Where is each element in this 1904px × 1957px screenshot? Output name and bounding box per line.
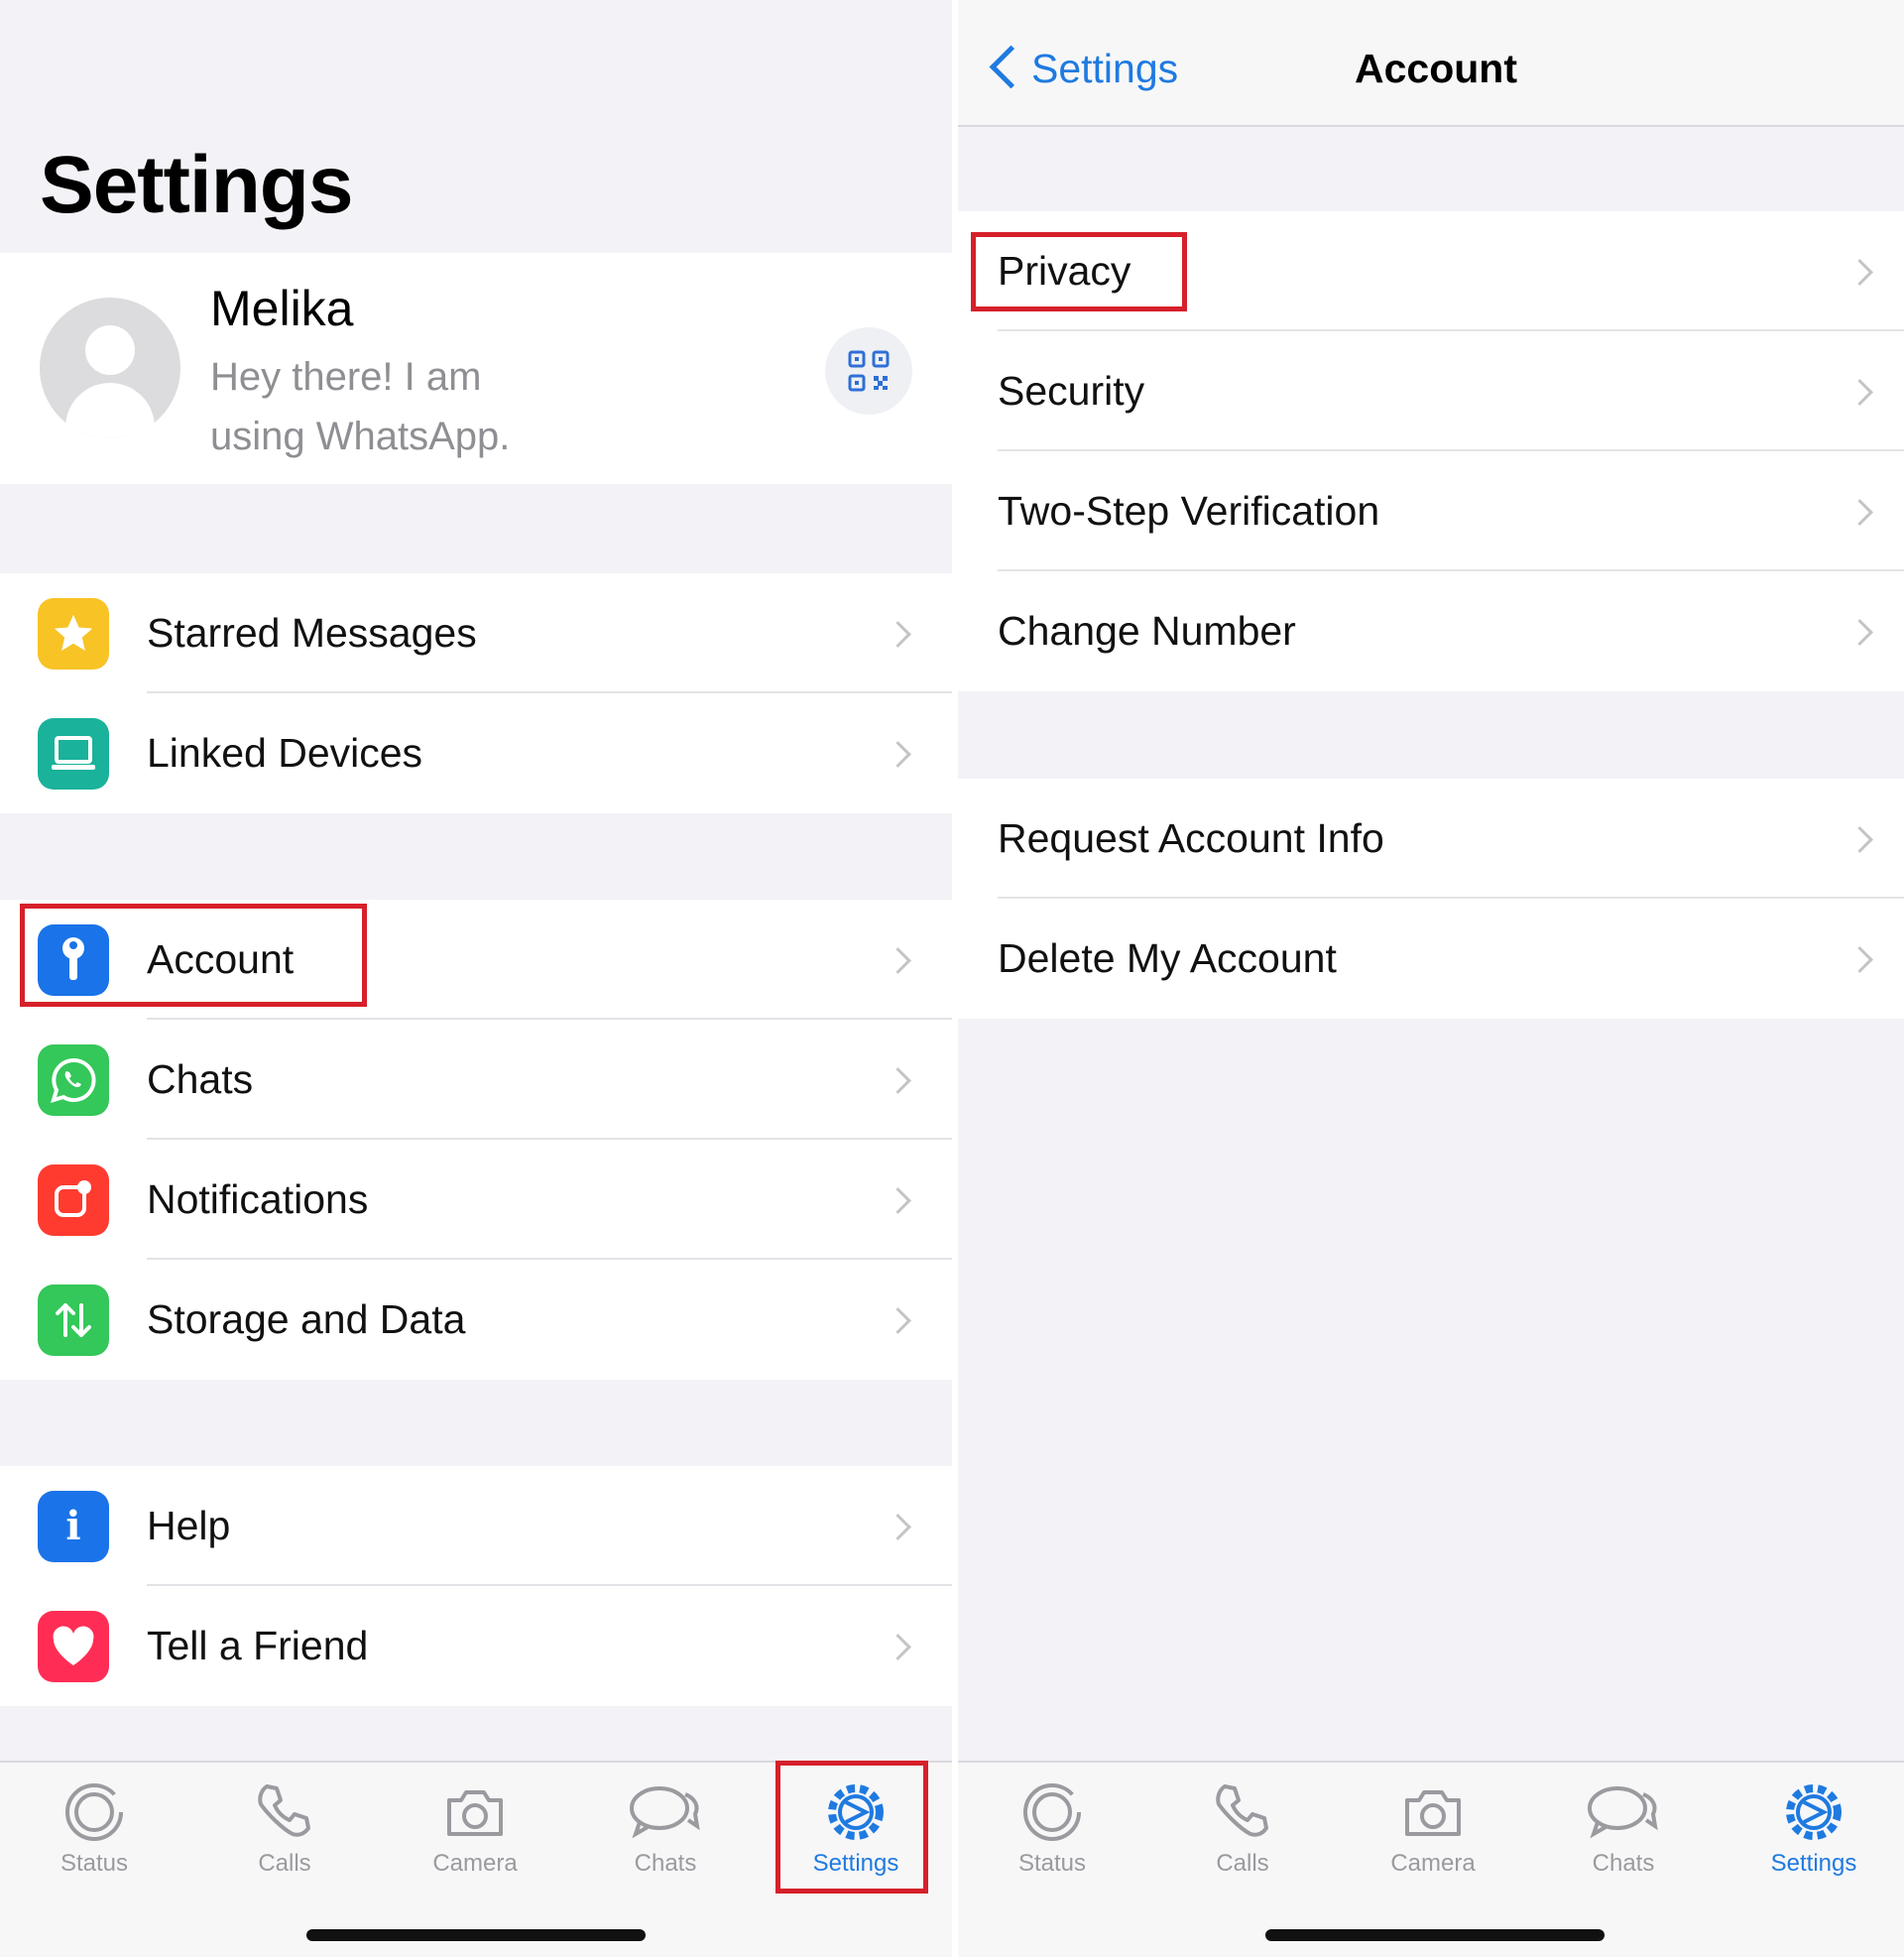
settings-item-chats[interactable]: Chats [0,1020,952,1140]
settings-group-3: i Help Tell a Friend [0,1466,952,1706]
tab-label: Chats [1592,1850,1655,1877]
page-title: Settings [40,140,353,230]
highlight-account [20,904,367,1007]
account-item-request-account-info[interactable]: Request Account Info [958,779,1904,899]
chevron-right-icon [885,741,911,768]
whatsapp-icon [38,1043,109,1116]
tab-label: Status [60,1850,129,1877]
settings-item-tell-a-friend[interactable]: Tell a Friend [0,1586,952,1706]
account-group-2: Request Account Info Delete My Account [958,779,1904,1019]
chevron-right-icon [885,1634,911,1660]
chevron-right-icon [885,947,911,974]
tab-status[interactable]: Status [978,1780,1127,1878]
settings-gear-icon [1786,1784,1842,1840]
tab-chats[interactable]: Chats [1549,1780,1698,1878]
settings-item-starred-messages[interactable]: Starred Messages [0,573,952,693]
chevron-right-icon [1846,619,1873,646]
chevron-right-icon [885,1187,911,1214]
settings-item-storage-and-data[interactable]: Storage and Data [0,1260,952,1380]
highlight-privacy [971,232,1187,311]
chat-bubbles-icon [1588,1786,1658,1839]
chevron-right-icon [885,1307,911,1334]
back-button[interactable]: Settings [1031,46,1178,92]
settings-item-help[interactable]: i Help [0,1466,952,1586]
settings-group-1: Starred Messages Linked Devices [0,573,952,813]
tab-label: Settings [1770,1850,1857,1877]
navigation-bar: Settings Account [958,0,1904,127]
status-icon [1023,1783,1081,1841]
camera-icon [447,1790,503,1836]
account-item-security[interactable]: Security [958,331,1904,451]
settings-item-label: Chats [147,1056,254,1102]
chevron-right-icon [885,1514,911,1540]
tab-label: Calls [258,1850,311,1877]
account-item-label: Request Account Info [998,815,1384,861]
tab-camera[interactable]: Camera [401,1780,549,1878]
tab-status[interactable]: Status [20,1780,169,1878]
page-title: Account [1355,46,1517,91]
highlight-settings-tab [775,1761,928,1894]
account-item-label: Security [998,368,1145,414]
camera-icon [1405,1790,1461,1836]
settings-item-label: Tell a Friend [147,1623,369,1668]
home-indicator [306,1929,646,1941]
phone-icon [1216,1784,1268,1837]
chevron-right-icon [1846,946,1873,973]
avatar[interactable] [40,298,180,438]
tab-chats[interactable]: Chats [591,1780,740,1878]
chevron-right-icon [1846,379,1873,406]
chevron-right-icon [885,1067,911,1094]
storage-arrows-icon [38,1284,109,1356]
chevron-right-icon [1846,259,1873,286]
tab-label: Status [1017,1850,1087,1877]
tab-calls[interactable]: Calls [210,1780,359,1878]
settings-item-label: Linked Devices [147,730,423,776]
settings-screen: Settings Melika Hey there! I am using Wh… [0,0,952,1957]
status-icon [65,1783,123,1841]
settings-item-linked-devices[interactable]: Linked Devices [0,693,952,813]
account-item-label: Change Number [998,608,1296,654]
account-screen: Settings Account Privacy Security Two-St… [958,0,1904,1957]
tab-camera[interactable]: Camera [1359,1780,1507,1878]
chevron-right-icon [885,621,911,648]
heart-icon [38,1610,109,1682]
settings-item-label: Starred Messages [147,610,477,656]
account-item-delete-my-account[interactable]: Delete My Account [958,899,1904,1019]
notification-icon [38,1163,109,1236]
info-icon: i [38,1490,109,1562]
back-chevron-icon[interactable] [989,45,1033,89]
account-item-two-step-verification[interactable]: Two-Step Verification [958,451,1904,571]
tab-label: Calls [1216,1850,1269,1877]
tab-label: Chats [634,1850,697,1877]
tab-bar: Status Calls Camera Chats Settings [958,1761,1904,1957]
profile-status-line-2: using WhatsApp. [210,415,511,458]
qr-code-icon [848,350,890,392]
qr-code-button[interactable] [825,327,912,415]
phone-icon [258,1784,310,1837]
star-icon [38,597,109,670]
tab-calls[interactable]: Calls [1168,1780,1317,1878]
profile-status-line-1: Hey there! I am [210,355,482,399]
account-item-label: Two-Step Verification [998,488,1380,534]
chat-bubbles-icon [630,1786,700,1839]
tab-settings[interactable]: Settings [1739,1780,1888,1878]
account-item-label: Delete My Account [998,935,1337,981]
account-item-change-number[interactable]: Change Number [958,571,1904,691]
settings-item-label: Storage and Data [147,1296,466,1342]
settings-item-label: Help [147,1503,231,1548]
tab-label: Camera [1390,1850,1476,1877]
laptop-icon [38,717,109,790]
tab-label: Camera [432,1850,518,1877]
home-indicator [1265,1929,1605,1941]
profile-name: Melika [210,281,354,336]
settings-item-label: Notifications [147,1176,369,1222]
chevron-right-icon [1846,499,1873,526]
chevron-right-icon [1846,826,1873,853]
settings-item-notifications[interactable]: Notifications [0,1140,952,1260]
